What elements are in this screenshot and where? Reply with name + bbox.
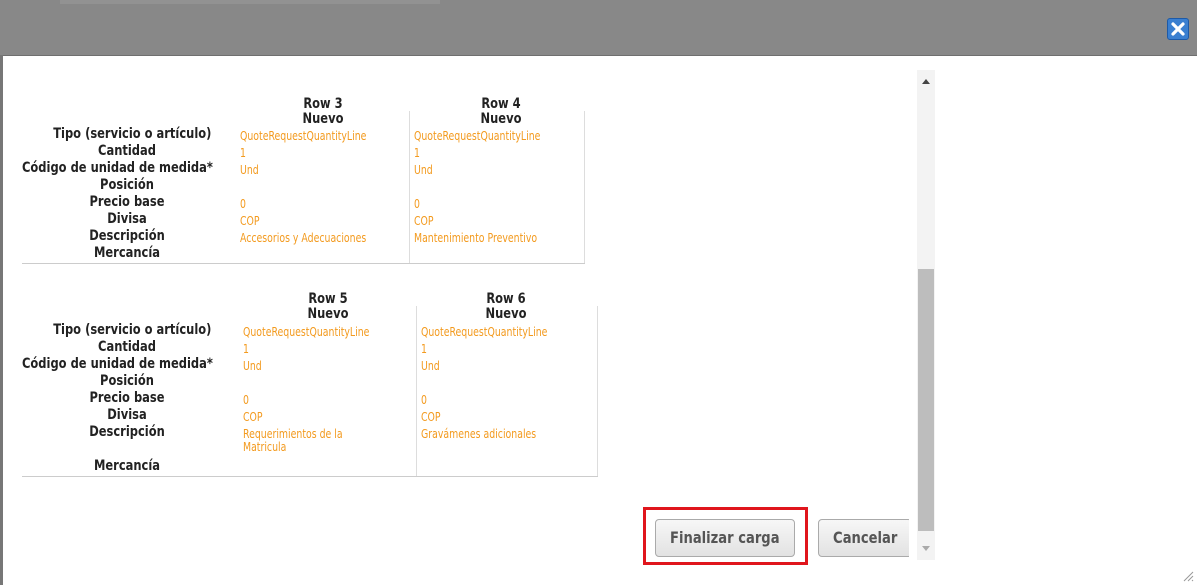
row-3-status: Nuevo [302, 111, 344, 127]
row-4-divisa: COP [414, 214, 434, 228]
vertical-scrollbar[interactable] [917, 70, 935, 560]
row-6-title: Row 6 [486, 291, 526, 307]
label-cantidad: Cantidad [98, 143, 156, 159]
label-codigo: Código de unidad de medida* [22, 160, 213, 176]
dialog-titlebar [0, 0, 1197, 56]
row-6-descripcion: Gravámenes adicionales [421, 427, 537, 441]
row-5-descripcion-line2: Matricula [243, 440, 287, 454]
row-3-divisa: COP [240, 214, 260, 228]
row-5-descripcion: Requerimientos de la [243, 427, 343, 441]
resize-grip-icon[interactable] [1180, 568, 1194, 582]
label-tipo: Tipo (servicio o artículo) [53, 126, 212, 142]
label-mercancia: Mercancía [93, 458, 161, 474]
dialog-content: Row 3 Nuevo Row 4 Nuevo Tipo (servicio o… [3, 56, 909, 585]
row-5-status: Nuevo [307, 306, 349, 322]
row-3-title: Row 3 [303, 96, 343, 112]
row-6-tipo: QuoteRequestQuantityLine [421, 325, 548, 339]
label-divisa: Divisa [107, 407, 147, 423]
row-6-cantidad: 1 [421, 342, 427, 356]
row-6-codigo: Und [421, 359, 440, 373]
scrollbar-thumb[interactable] [918, 269, 934, 531]
label-mercancia: Mercancía [93, 245, 161, 261]
row-3-descripcion: Accesorios y Adecuaciones [240, 231, 367, 245]
label-divisa: Divisa [107, 211, 147, 227]
row-4-tipo: QuoteRequestQuantityLine [414, 129, 541, 143]
label-precio: Precio base [89, 194, 165, 210]
label-tipo: Tipo (servicio o artículo) [53, 322, 212, 338]
group-divider [22, 263, 585, 264]
row-4-status: Nuevo [480, 111, 522, 127]
row-5-cantidad: 1 [243, 342, 249, 356]
group-divider [22, 476, 598, 477]
row-5-precio: 0 [243, 393, 249, 407]
label-descripcion: Descripción [89, 424, 165, 440]
row-5-title: Row 5 [308, 291, 348, 307]
row-3-codigo: Und [240, 163, 259, 177]
row-5-tipo: QuoteRequestQuantityLine [243, 325, 370, 339]
row-3-precio: 0 [240, 197, 246, 211]
row-6-status: Nuevo [485, 306, 527, 322]
row-6-precio: 0 [421, 393, 427, 407]
row-4-descripcion: Mantenimiento Preventivo [414, 231, 538, 245]
label-posicion: Posición [100, 177, 154, 193]
annotation-highlight-box [643, 507, 808, 565]
close-icon[interactable] [1167, 18, 1189, 40]
label-precio: Precio base [89, 390, 165, 406]
column-divider [409, 111, 410, 263]
row-5-codigo: Und [243, 359, 262, 373]
label-posicion: Posición [100, 373, 154, 389]
background-text-fragment [60, 0, 440, 4]
label-descripcion: Descripción [89, 228, 165, 244]
column-divider [416, 306, 417, 476]
column-divider [597, 306, 598, 476]
row-5-divisa: COP [243, 410, 263, 424]
row-4-codigo: Und [414, 163, 433, 177]
row-4-precio: 0 [414, 197, 420, 211]
cancel-button[interactable]: Cancelar [818, 519, 909, 557]
scroll-up-arrow-icon[interactable] [917, 70, 935, 90]
column-divider [584, 111, 585, 263]
row-3-cantidad: 1 [240, 146, 246, 160]
row-4-title: Row 4 [481, 96, 521, 112]
row-3-tipo: QuoteRequestQuantityLine [240, 129, 367, 143]
scroll-down-arrow-icon[interactable] [917, 540, 935, 560]
row-4-cantidad: 1 [414, 146, 420, 160]
label-cantidad: Cantidad [98, 339, 156, 355]
row-6-divisa: COP [421, 410, 441, 424]
label-codigo: Código de unidad de medida* [22, 356, 213, 372]
